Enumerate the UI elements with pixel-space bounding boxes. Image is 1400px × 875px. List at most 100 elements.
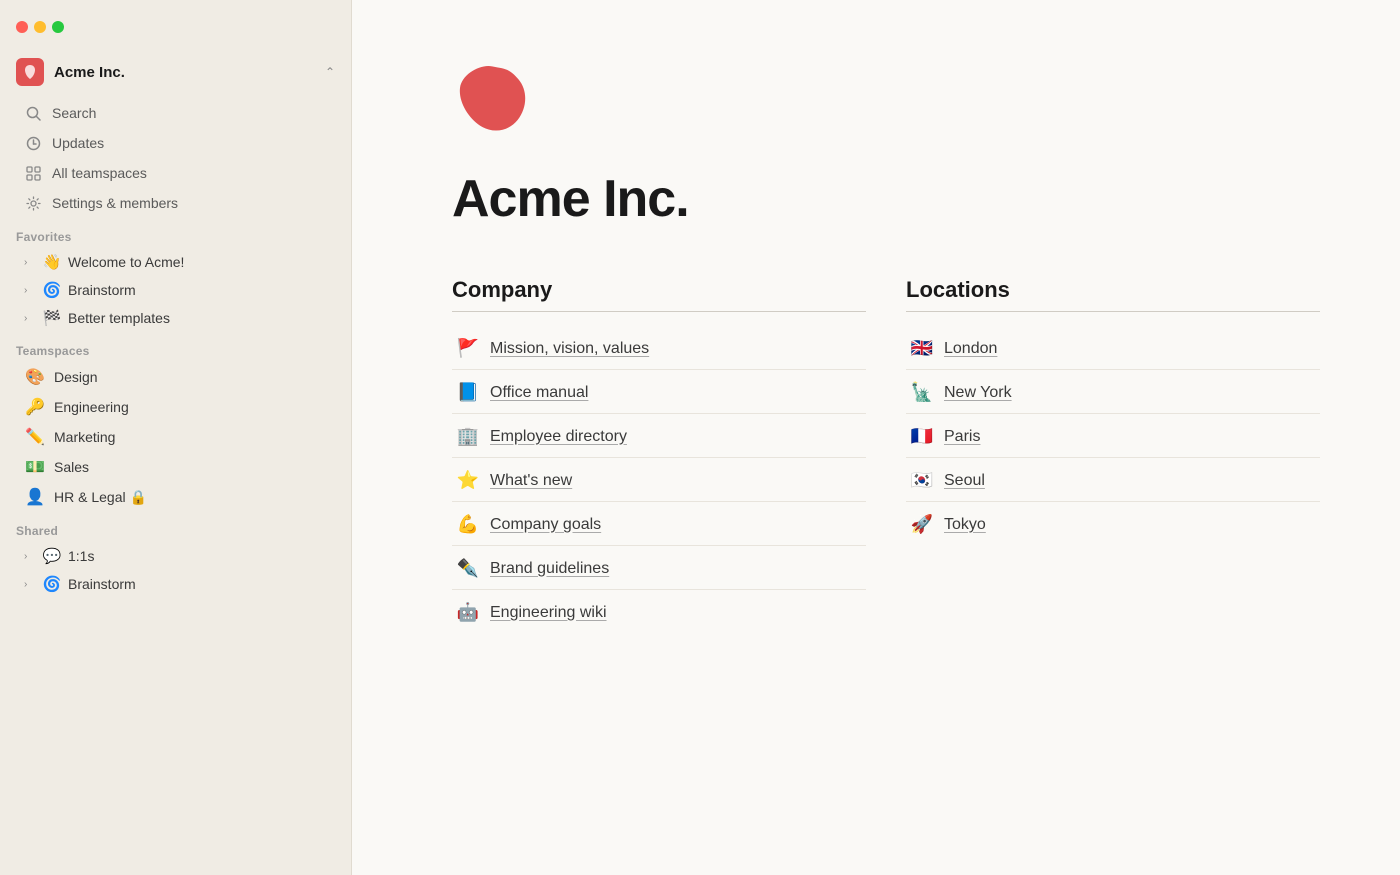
shared-section-label: Shared	[0, 512, 351, 542]
sidebar-item-better-templates[interactable]: › 🏁 Better templates	[8, 305, 343, 331]
london-link[interactable]: London	[944, 340, 997, 358]
sidebar-item-brainstorm-shared[interactable]: › 🌀 Brainstorm	[8, 571, 343, 597]
ones-emoji: 💬	[42, 547, 62, 565]
whats-new-link[interactable]: What's new	[490, 472, 572, 490]
sidebar-item-search[interactable]: Search	[8, 99, 343, 127]
brainstorm-shared-emoji: 🌀	[42, 575, 62, 593]
sidebar: Acme Inc. ⌃ Search Updates	[0, 0, 352, 875]
list-item[interactable]: 🇰🇷 Seoul	[906, 460, 1320, 502]
design-label: Design	[54, 369, 98, 385]
brainstorm-shared-label: Brainstorm	[68, 576, 136, 592]
tokyo-link[interactable]: Tokyo	[944, 516, 986, 534]
traffic-light-minimize[interactable]	[34, 21, 46, 33]
london-emoji: 🇬🇧	[910, 338, 934, 359]
locations-link-list: 🇬🇧 London 🗽 New York 🇫🇷 Paris 🇰🇷 Seoul 🚀	[906, 328, 1320, 545]
sidebar-item-welcome[interactable]: › 👋 Welcome to Acme!	[8, 249, 343, 275]
brand-guidelines-link[interactable]: Brand guidelines	[490, 560, 609, 578]
search-icon	[24, 104, 42, 122]
traffic-lights	[16, 21, 64, 33]
list-item[interactable]: 🏢 Employee directory	[452, 416, 866, 458]
company-link-list: 🚩 Mission, vision, values 📘 Office manua…	[452, 328, 866, 633]
marketing-emoji: ✏️	[24, 427, 46, 447]
list-item[interactable]: 🇫🇷 Paris	[906, 416, 1320, 458]
chevron-right-icon: ›	[24, 579, 36, 590]
better-templates-label: Better templates	[68, 310, 170, 326]
titlebar	[0, 0, 351, 50]
sidebar-item-updates[interactable]: Updates	[8, 129, 343, 157]
brainstorm-fav-emoji: 🌀	[42, 281, 62, 299]
workspace-selector[interactable]: Acme Inc. ⌃	[0, 50, 351, 98]
traffic-light-close[interactable]	[16, 21, 28, 33]
all-teamspaces-label: All teamspaces	[52, 165, 147, 181]
engineering-wiki-emoji: 🤖	[456, 602, 480, 623]
chevron-right-icon: ›	[24, 313, 36, 324]
brand-guidelines-emoji: ✒️	[456, 558, 480, 579]
workspace-icon	[16, 58, 44, 86]
sales-label: Sales	[54, 459, 89, 475]
whats-new-emoji: ⭐	[456, 470, 480, 491]
employee-directory-emoji: 🏢	[456, 426, 480, 447]
sidebar-item-ones[interactable]: › 💬 1:1s	[8, 543, 343, 569]
welcome-label: Welcome to Acme!	[68, 254, 184, 270]
list-item[interactable]: 🇬🇧 London	[906, 328, 1320, 370]
updates-icon	[24, 134, 42, 152]
company-goals-link[interactable]: Company goals	[490, 516, 601, 534]
mission-emoji: 🚩	[456, 338, 480, 359]
seoul-link[interactable]: Seoul	[944, 472, 985, 490]
favorites-section-label: Favorites	[0, 218, 351, 248]
office-manual-emoji: 📘	[456, 382, 480, 403]
sidebar-item-sales[interactable]: 💵 Sales	[8, 453, 343, 481]
traffic-light-fullscreen[interactable]	[52, 21, 64, 33]
mission-link[interactable]: Mission, vision, values	[490, 340, 649, 358]
locations-section-title: Locations	[906, 277, 1320, 312]
paris-link[interactable]: Paris	[944, 428, 980, 446]
list-item[interactable]: 🚀 Tokyo	[906, 504, 1320, 545]
list-item[interactable]: 🗽 New York	[906, 372, 1320, 414]
settings-label: Settings & members	[52, 195, 178, 211]
sidebar-item-design[interactable]: 🎨 Design	[8, 363, 343, 391]
sidebar-item-all-teamspaces[interactable]: All teamspaces	[8, 159, 343, 187]
sidebar-item-engineering[interactable]: 🔑 Engineering	[8, 393, 343, 421]
list-item[interactable]: 📘 Office manual	[452, 372, 866, 414]
better-templates-emoji: 🏁	[42, 309, 62, 327]
sidebar-item-marketing[interactable]: ✏️ Marketing	[8, 423, 343, 451]
hr-legal-emoji: 👤	[24, 487, 46, 507]
workspace-chevron-icon: ⌃	[325, 65, 335, 79]
company-goals-emoji: 💪	[456, 514, 480, 535]
chevron-right-icon: ›	[24, 551, 36, 562]
design-emoji: 🎨	[24, 367, 46, 387]
list-item[interactable]: ✒️ Brand guidelines	[452, 548, 866, 590]
seoul-emoji: 🇰🇷	[910, 470, 934, 491]
company-section: Company 🚩 Mission, vision, values 📘 Offi…	[452, 277, 866, 633]
employee-directory-link[interactable]: Employee directory	[490, 428, 627, 446]
teamspaces-section-label: Teamspaces	[0, 332, 351, 362]
workspace-name: Acme Inc.	[54, 64, 315, 81]
list-item[interactable]: 🚩 Mission, vision, values	[452, 328, 866, 370]
acme-logo-blob	[452, 60, 532, 140]
paris-emoji: 🇫🇷	[910, 426, 934, 447]
acme-logo-small	[21, 63, 39, 81]
chevron-right-icon: ›	[24, 257, 36, 268]
search-label: Search	[52, 105, 96, 121]
ones-label: 1:1s	[68, 548, 94, 564]
engineering-wiki-link[interactable]: Engineering wiki	[490, 604, 607, 622]
brainstorm-fav-label: Brainstorm	[68, 282, 136, 298]
sales-emoji: 💵	[24, 457, 46, 477]
list-item[interactable]: 🤖 Engineering wiki	[452, 592, 866, 633]
engineering-emoji: 🔑	[24, 397, 46, 417]
locations-section: Locations 🇬🇧 London 🗽 New York 🇫🇷 Paris …	[906, 277, 1320, 633]
teamspaces-icon	[24, 164, 42, 182]
company-section-title: Company	[452, 277, 866, 312]
sidebar-item-settings[interactable]: Settings & members	[8, 189, 343, 217]
list-item[interactable]: 💪 Company goals	[452, 504, 866, 546]
new-york-link[interactable]: New York	[944, 384, 1012, 402]
marketing-label: Marketing	[54, 429, 115, 445]
office-manual-link[interactable]: Office manual	[490, 384, 588, 402]
main-content: Acme Inc. Company 🚩 Mission, vision, val…	[352, 0, 1400, 875]
page-logo	[452, 60, 1320, 169]
engineering-label: Engineering	[54, 399, 129, 415]
sidebar-item-brainstorm-fav[interactable]: › 🌀 Brainstorm	[8, 277, 343, 303]
sidebar-item-hr-legal[interactable]: 👤 HR & Legal 🔒	[8, 483, 343, 511]
list-item[interactable]: ⭐ What's new	[452, 460, 866, 502]
hr-legal-label: HR & Legal 🔒	[54, 489, 147, 506]
